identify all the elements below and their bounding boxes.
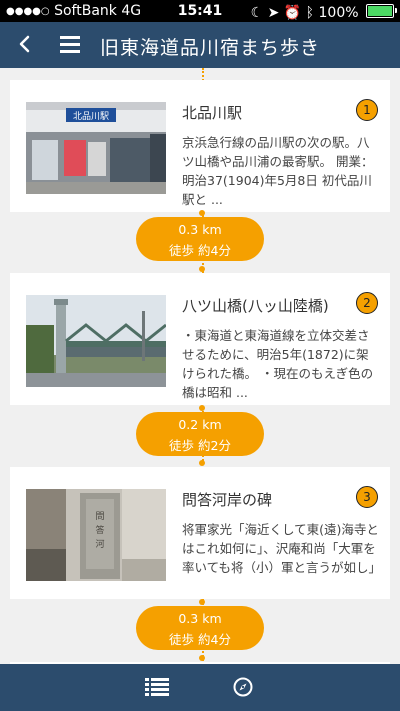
route-dot [199, 460, 205, 466]
walk-time-label: 徒歩 約4分 [169, 632, 231, 647]
bluetooth-icon: ᛒ [305, 5, 315, 21]
route-dot [199, 655, 205, 661]
distance-pill: 0.2 km 徒歩 約2分 [136, 412, 264, 456]
location-icon: ➤ [267, 5, 280, 21]
status-right: ☾ ➤ ⏰ ᛒ 100% [250, 3, 397, 21]
walk-time-label: 徒歩 約4分 [169, 243, 231, 258]
route-dot [199, 210, 205, 216]
spot-number-badge: 2 [356, 292, 378, 314]
hamburger-menu-icon[interactable] [60, 36, 80, 54]
list-icon[interactable] [145, 678, 169, 696]
spot-card[interactable]: 八ツ山橋(八ッ山陸橋) 2 ・東海道と東海道線を立体交差させるために、明治5年(… [10, 273, 390, 405]
battery-percent: 100% [318, 5, 359, 21]
distance-pill: 0.3 km 徒歩 約4分 [136, 606, 264, 650]
spot-name: 北品川駅 [182, 104, 243, 122]
svg-text:河: 河 [95, 538, 104, 550]
compass-icon[interactable] [233, 677, 253, 697]
spot-description: ・東海道と東海道線を立体交差させるために、明治5年(1872)に架けられた橋。 … [182, 328, 374, 400]
spot-description: 京浜急行線の品川駅の次の駅。八ツ山橋や品川浦の最寄駅。 開業：明治37(1904… [182, 135, 374, 207]
spot-number-badge: 1 [356, 99, 378, 121]
route-dot [199, 599, 205, 605]
route-dot [199, 405, 205, 411]
distance-label: 0.3 km [178, 611, 222, 626]
spot-photo-station: 北品川駅 [26, 102, 166, 194]
spot-name: 八ツ山橋(八ッ山陸橋) [182, 297, 329, 315]
spot-card[interactable]: 問 答 河 問答河岸の碑 3 将軍家光「海近くして東(遠)海寺とはこれ如何に」、… [10, 467, 390, 599]
page-title: 旧東海道品川宿まち歩き [100, 37, 321, 59]
spot-name: 問答河岸の碑 [182, 491, 273, 509]
svg-text:答: 答 [95, 524, 104, 536]
walk-time-label: 徒歩 約2分 [169, 438, 231, 453]
svg-text:問: 問 [95, 511, 104, 522]
back-chevron-icon[interactable] [16, 33, 34, 55]
spot-number-badge: 3 [356, 486, 378, 508]
distance-pill: 0.3 km 徒歩 約4分 [136, 217, 264, 261]
alarm-icon: ⏰ [283, 5, 302, 21]
battery-icon [366, 4, 397, 18]
tab-bar [0, 664, 400, 711]
nav-bar: 旧東海道品川宿まち歩き [0, 22, 400, 68]
status-bar: ●●●●○ SoftBank 4G 15:41 ☾ ➤ ⏰ ᛒ 100% [0, 0, 400, 22]
route-list[interactable]: 北品川駅 北品川駅 1 京浜急行線の品川駅の次の駅。八ツ山橋や品川浦の最寄駅。 … [0, 68, 400, 664]
distance-label: 0.2 km [178, 417, 222, 432]
moon-icon: ☾ [250, 5, 264, 21]
spot-photo-bridge [26, 295, 166, 387]
svg-text:北品川駅: 北品川駅 [73, 111, 109, 122]
spot-description: 将軍家光「海近くして東(遠)海寺とはこれ如何に」、沢庵和尚「大軍を率いても将（小… [182, 522, 382, 575]
spot-photo-monument: 問 答 河 [26, 489, 166, 581]
spot-card[interactable]: 北品川駅 北品川駅 1 京浜急行線の品川駅の次の駅。八ツ山橋や品川浦の最寄駅。 … [10, 80, 390, 212]
route-dot [199, 266, 205, 272]
distance-label: 0.3 km [178, 222, 222, 237]
